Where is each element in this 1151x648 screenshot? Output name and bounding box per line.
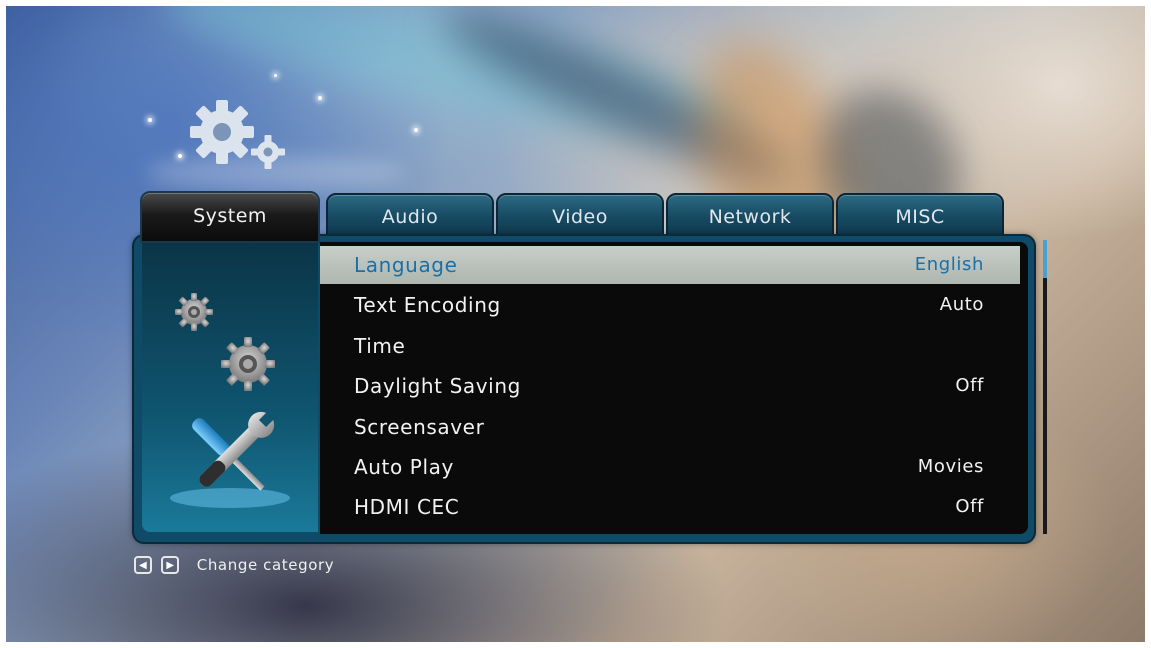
- setting-label: Language: [354, 253, 458, 277]
- arrow-right-icon: ▶: [161, 555, 180, 574]
- arrow-left-icon: ◀: [134, 555, 152, 574]
- settings-row-language[interactable]: Language English: [320, 246, 1020, 284]
- tab-video[interactable]: Video: [496, 193, 664, 237]
- sparkle-icon: [414, 128, 418, 132]
- settings-row-screensaver[interactable]: Screensaver: [320, 408, 1020, 446]
- settings-row-hdmi-cec[interactable]: HDMI CEC Off: [320, 488, 1020, 526]
- setting-value: English: [914, 254, 984, 275]
- tab-misc[interactable]: MISC: [836, 193, 1004, 237]
- category-tabs: System Audio Video Network MISC: [140, 191, 1006, 243]
- tab-audio[interactable]: Audio: [326, 193, 494, 237]
- setting-label: HDMI CEC: [354, 495, 460, 519]
- sparkle-icon: [318, 96, 322, 100]
- settings-gears-icon: [190, 100, 285, 169]
- footer-hint: ◀ ▶ Change category: [134, 555, 334, 579]
- tab-system[interactable]: System: [140, 191, 320, 243]
- scrollbar[interactable]: [1043, 240, 1047, 534]
- settings-row-daylight-saving[interactable]: Daylight Saving Off: [320, 367, 1020, 405]
- setting-value: Off: [955, 375, 984, 396]
- category-illustration: [142, 240, 318, 532]
- sparkle-icon: [274, 74, 277, 77]
- setting-value: Auto: [939, 294, 984, 315]
- setting-label: Daylight Saving: [354, 374, 521, 398]
- system-tools-icon: [170, 293, 290, 508]
- setting-label: Text Encoding: [354, 293, 501, 317]
- settings-row-auto-play[interactable]: Auto Play Movies: [320, 448, 1020, 486]
- setting-value: Movies: [917, 456, 984, 477]
- settings-list: Language English Text Encoding Auto Time…: [320, 242, 1028, 534]
- settings-row-time[interactable]: Time: [320, 327, 1020, 365]
- sparkle-icon: [178, 154, 182, 158]
- settings-panel: Language English Text Encoding Auto Time…: [134, 236, 1034, 542]
- setting-label: Auto Play: [354, 455, 454, 479]
- hint-text: Change category: [196, 555, 335, 574]
- scrollbar-thumb[interactable]: [1043, 240, 1047, 278]
- settings-row-text-encoding[interactable]: Text Encoding Auto: [320, 286, 1020, 324]
- tab-network[interactable]: Network: [666, 193, 834, 237]
- sparkle-icon: [148, 118, 152, 122]
- setting-label: Screensaver: [354, 415, 485, 439]
- setting-value: Off: [955, 496, 984, 517]
- setting-label: Time: [354, 334, 406, 358]
